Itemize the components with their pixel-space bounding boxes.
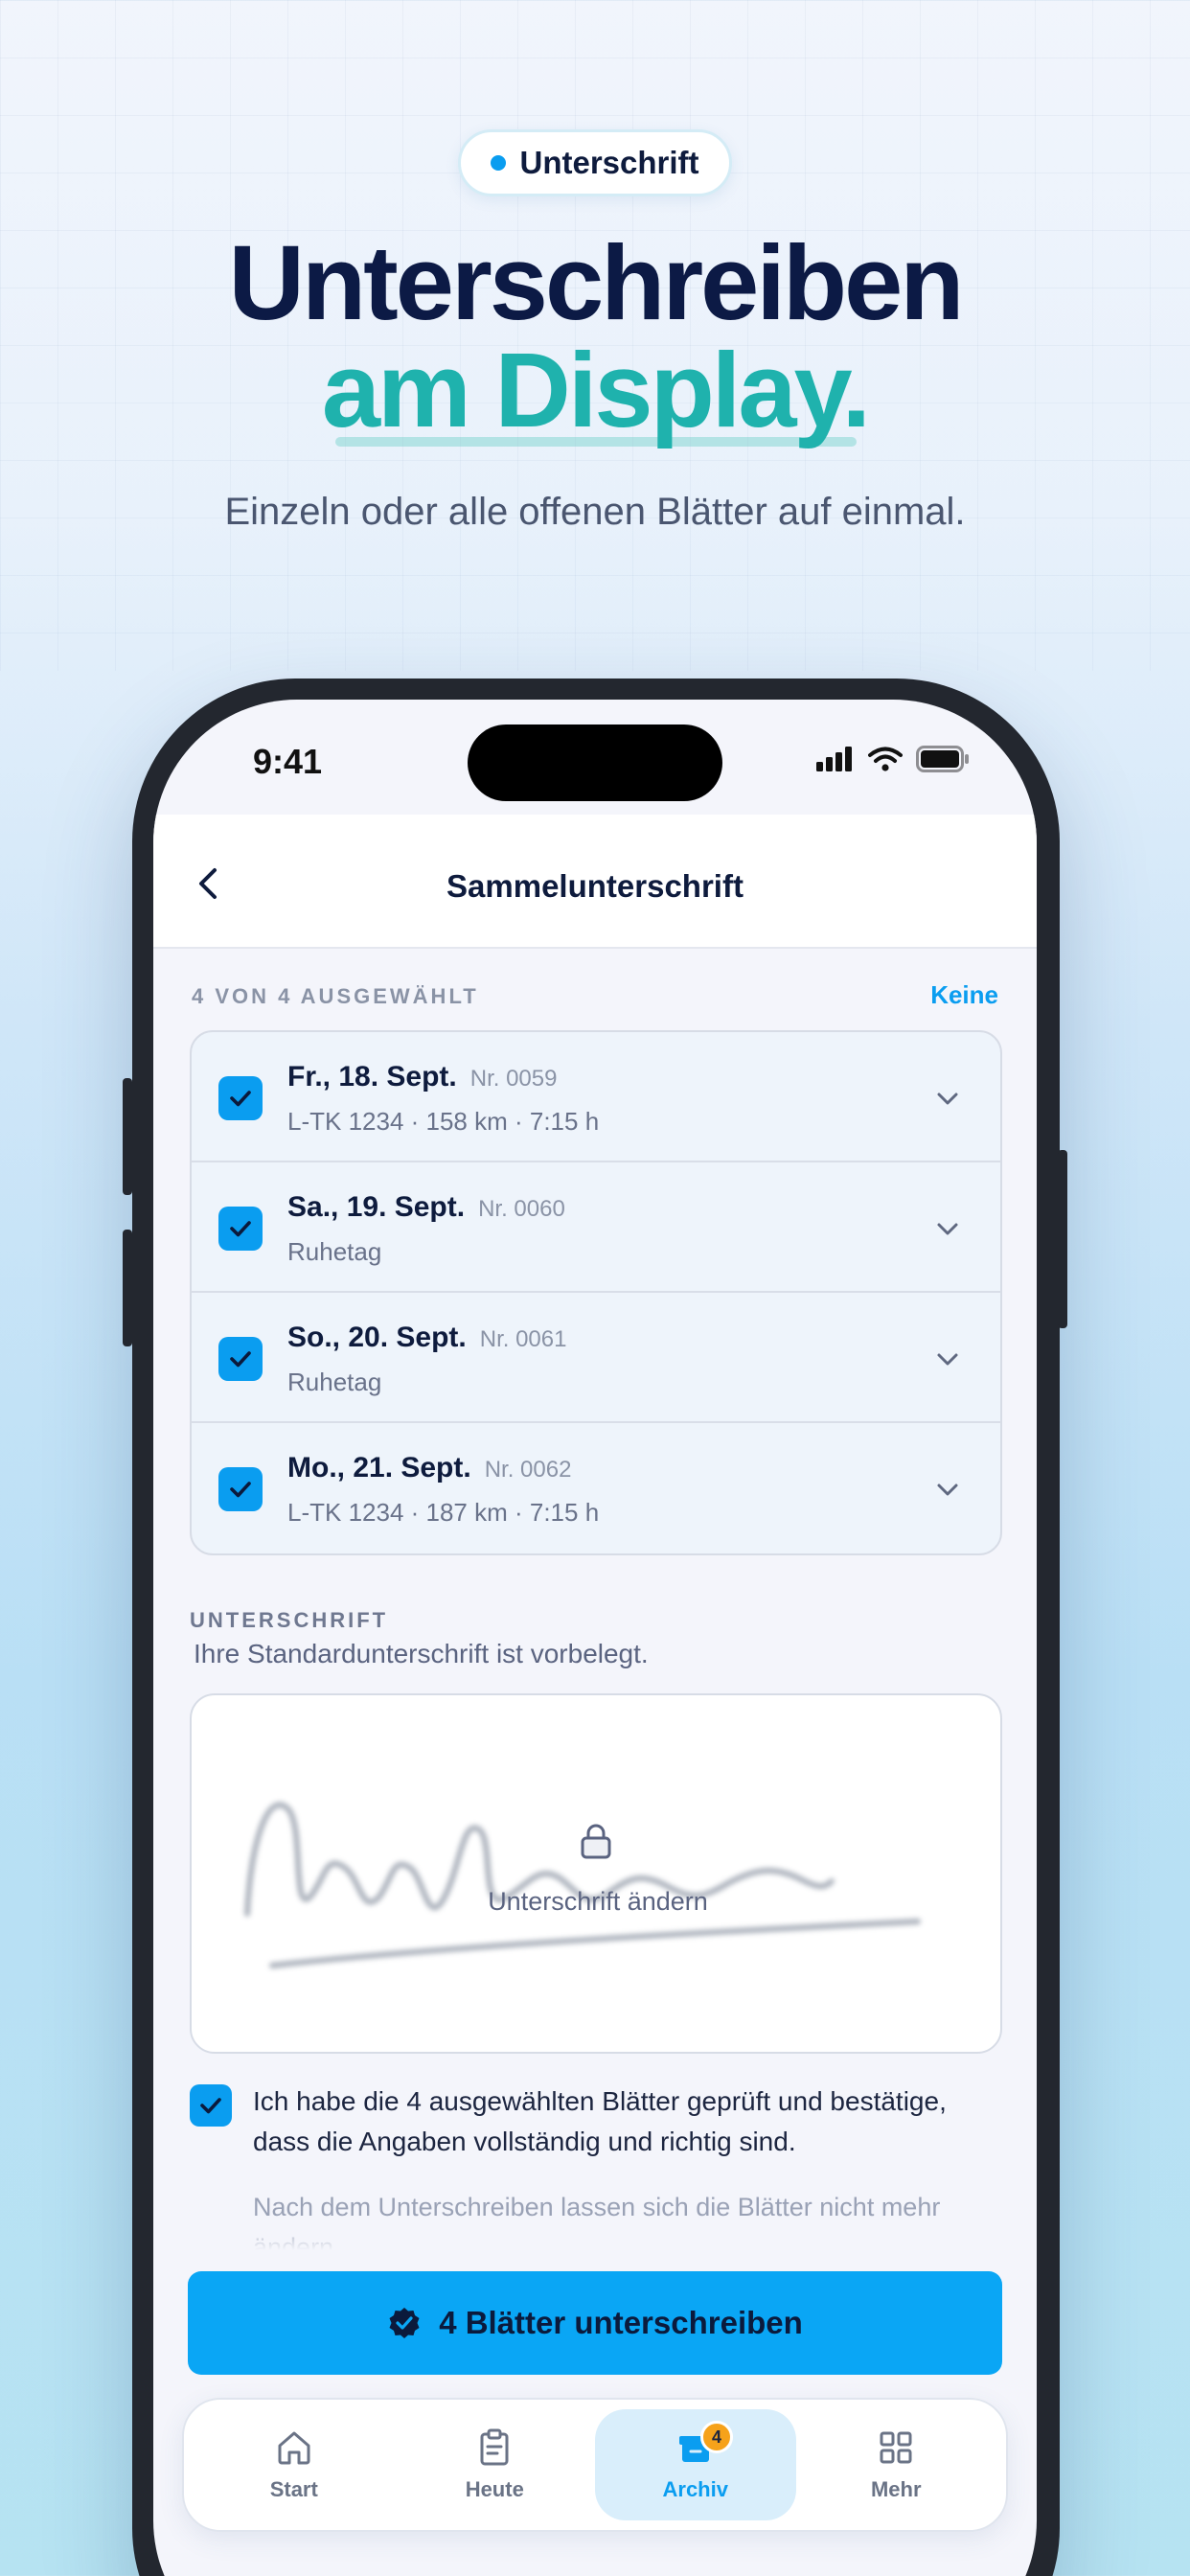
tab-mehr[interactable]: Mehr [796, 2409, 997, 2520]
item-checkbox[interactable] [218, 1337, 263, 1381]
chevron-down-icon[interactable] [931, 1343, 964, 1375]
item-number: Nr. 0060 [478, 1196, 565, 1222]
selection-count: 4 VON 4 AUSGEWÄHLT [192, 984, 479, 1008]
item-number: Nr. 0062 [484, 1457, 572, 1483]
tab-label: Heute [465, 2477, 524, 2501]
signal-icon [816, 747, 852, 771]
tab-label: Start [269, 2477, 318, 2501]
list-item[interactable]: Fr., 18. Sept. Nr. 0059 L-TK 1234 · 158 k… [192, 1032, 1000, 1162]
navigation-bar: Sammelunterschrift [153, 815, 1037, 949]
clipboard-icon [480, 2428, 509, 2466]
verified-badge-icon [389, 2308, 420, 2338]
checkmark-icon [200, 2098, 221, 2114]
item-date: So., 20. Sept. [287, 1322, 467, 1353]
change-signature-link[interactable]: Unterschrift ändern [192, 1887, 1004, 1917]
tab-heute[interactable]: Heute [395, 2409, 596, 2520]
status-bar: 9:41 [153, 700, 1037, 815]
tab-start[interactable]: Start [194, 2409, 395, 2520]
deselect-all-button[interactable]: Keine [930, 980, 998, 1010]
chevron-down-icon[interactable] [931, 1212, 964, 1245]
feature-badge: Unterschrift [458, 129, 732, 196]
volume-up-button [123, 1078, 132, 1195]
dynamic-island [468, 724, 722, 801]
lock-icon [581, 1824, 611, 1859]
grid-icon [880, 2431, 912, 2464]
status-time: 9:41 [253, 742, 323, 781]
headline: Unterschreiben am Display. [0, 224, 1190, 449]
page-title: Sammelunterschrift [446, 868, 744, 904]
headline-line1: Unterschreiben [228, 224, 965, 342]
checkmark-icon [230, 1091, 251, 1107]
sheet-list: Fr., 18. Sept. Nr. 0059 L-TK 1234 · 158 k… [190, 1030, 1002, 1555]
list-item[interactable]: So., 20. Sept. Nr. 0061 Ruhetag [192, 1293, 1000, 1423]
item-detail: L-TK 1234 · 187 km · 7:15 h [287, 1498, 600, 1527]
list-item[interactable]: Mo., 21. Sept. Nr. 0062 L-TK 1234 · 187 k… [192, 1423, 1000, 1553]
item-detail: Ruhetag [287, 1368, 382, 1396]
sign-sheets-button[interactable]: 4 Blätter unterschreiben [188, 2271, 1002, 2375]
checkmark-icon [230, 1221, 251, 1237]
headline-line2: am Display. [321, 332, 871, 449]
home-icon [278, 2431, 310, 2465]
chevron-down-icon[interactable] [931, 1473, 964, 1506]
signature-section-title: UNTERSCHRIFT [190, 1608, 389, 1632]
item-detail: Ruhetag [287, 1237, 382, 1266]
checkmark-icon [230, 1482, 251, 1498]
confirmation-text: Ich habe die 4 ausgewählten Blätter gepr… [253, 2086, 947, 2156]
archive-count-badge: 4 [700, 2421, 733, 2453]
badge-dot [491, 155, 507, 171]
item-checkbox[interactable] [218, 1467, 263, 1511]
item-date: Sa., 19. Sept. [287, 1191, 466, 1223]
item-detail: L-TK 1234 · 158 km · 7:15 h [287, 1107, 600, 1136]
subline: Einzeln oder alle offenen Blätter auf ei… [224, 491, 966, 533]
signature-drawing [244, 1802, 921, 1968]
badge-label: Unterschrift [519, 145, 699, 180]
tab-archiv[interactable]: 4 Archiv [595, 2409, 796, 2520]
signature-pad[interactable]: Unterschrift ändern [190, 1693, 1002, 2054]
list-item[interactable]: Sa., 19. Sept. Nr. 0060 Ruhetag [192, 1162, 1000, 1293]
item-checkbox[interactable] [218, 1076, 263, 1120]
signature-hint: Ihre Standardunterschrift ist vorbelegt. [194, 1639, 649, 1668]
tab-label: Archiv [662, 2477, 728, 2501]
item-checkbox[interactable] [218, 1207, 263, 1251]
chevron-down-icon[interactable] [931, 1082, 964, 1115]
battery-icon [916, 746, 969, 772]
item-date: Fr., 18. Sept. [287, 1061, 457, 1092]
tab-label: Mehr [870, 2477, 922, 2501]
tab-bar: Start Heute 4 Archiv Mehr [182, 2398, 1008, 2532]
confirmation-checkbox[interactable] [190, 2084, 232, 2127]
sign-button-label: 4 Blätter unterschreiben [439, 2305, 803, 2340]
wifi-icon [868, 747, 903, 771]
power-button [1058, 1150, 1067, 1328]
irreversible-note: Nach dem Unterschreiben lassen sich die … [253, 2193, 941, 2250]
item-number: Nr. 0061 [479, 1326, 567, 1352]
checkmark-icon [230, 1351, 251, 1368]
status-icons [816, 746, 970, 772]
item-number: Nr. 0059 [469, 1066, 558, 1092]
item-date: Mo., 21. Sept. [287, 1452, 471, 1484]
phone-screen: 9:41 Sammelunterschrift 4 VON 4 AUSGEWÄH… [153, 700, 1037, 2576]
volume-down-button [123, 1230, 132, 1346]
